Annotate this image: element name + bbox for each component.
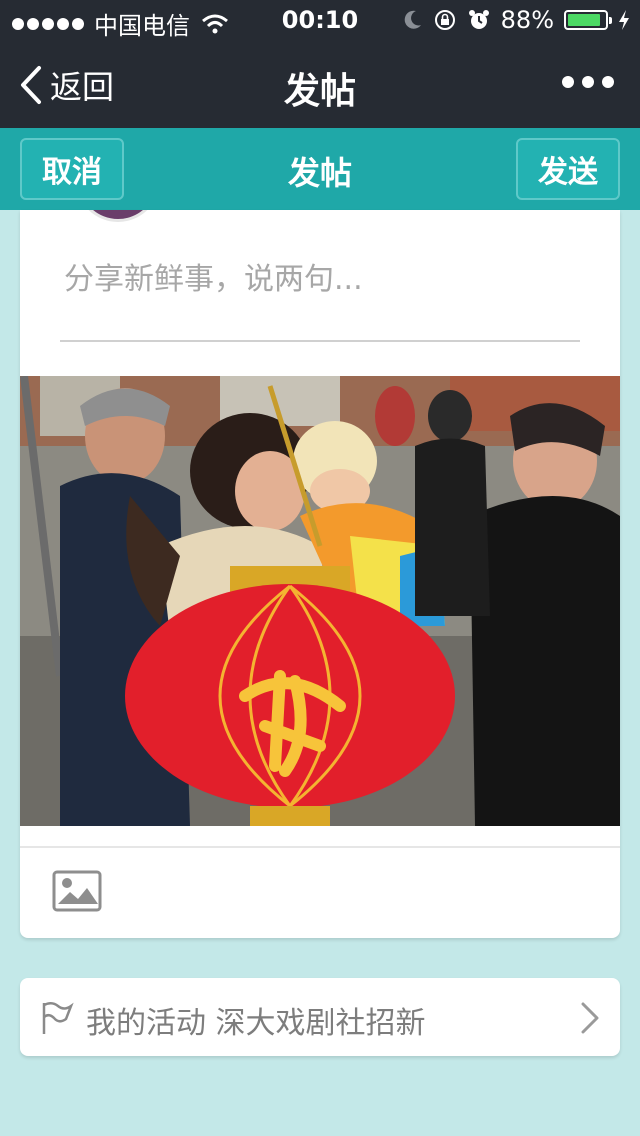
nav-title: 发帖 — [283, 71, 356, 112]
image-icon[interactable] — [52, 870, 102, 912]
compose-card: 分享新鲜事，说两句... — [20, 210, 620, 938]
battery-percent: 88% — [500, 6, 554, 34]
nav-bar: 返回 发帖 — [0, 40, 640, 128]
photo-divider — [20, 846, 620, 848]
chevron-right-icon — [581, 1002, 599, 1034]
send-button[interactable]: 发送 — [516, 138, 620, 200]
moon-icon — [404, 10, 421, 29]
more-icon[interactable] — [562, 76, 614, 88]
rotation-lock-icon — [434, 10, 455, 30]
input-underline — [60, 340, 580, 342]
battery-fill — [568, 14, 600, 26]
charging-icon — [619, 10, 629, 30]
avatar — [76, 210, 160, 222]
activity-label: 我的活动 深大戏剧社招新 — [86, 1006, 426, 1041]
alarm-icon — [468, 10, 489, 29]
post-text-input[interactable]: 分享新鲜事，说两句... — [64, 254, 363, 298]
flag-icon — [42, 1002, 74, 1034]
activity-row[interactable]: 我的活动 深大戏剧社招新 — [20, 978, 620, 1056]
status-bar: 中国电信 00:10 88% — [0, 0, 640, 40]
battery-icon — [564, 10, 612, 30]
photo-illustration — [20, 376, 620, 826]
status-right: 88% — [403, 6, 630, 34]
post-toolbar: 取消 发帖 发送 — [0, 128, 640, 210]
attached-photo[interactable] — [20, 376, 620, 826]
